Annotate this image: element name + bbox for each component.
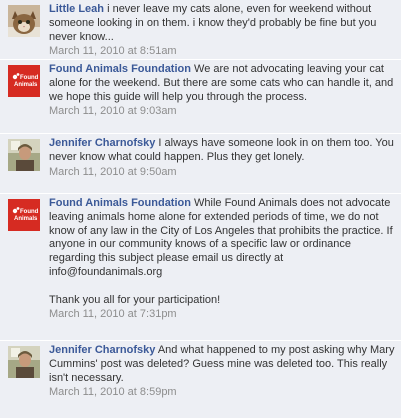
comment-meta: March 11, 2010 at 8:59pm: [49, 386, 395, 400]
comment-author-link[interactable]: Found Animals Foundation: [49, 197, 191, 209]
comment-text: While Found Animals does not advocate le…: [49, 197, 393, 306]
comment-author-link[interactable]: Little Leah: [49, 3, 104, 15]
logo-text: Found: [20, 75, 39, 81]
comment-meta: March 11, 2010 at 9:03am: [49, 105, 395, 119]
comment-author-link[interactable]: Found Animals Foundation: [49, 63, 191, 75]
comment-item: Jennifer Charnofsky I always have someon…: [0, 134, 401, 194]
comment-item: Jennifer Charnofsky And what happened to…: [0, 341, 401, 419]
comment-timestamp[interactable]: March 11, 2010 at 8:59pm: [49, 386, 177, 398]
comment-timestamp[interactable]: March 11, 2010 at 7:31pm: [49, 308, 177, 320]
comment-timestamp[interactable]: March 11, 2010 at 8:51am: [49, 45, 177, 57]
comment-item: Found Animals Found Animals Foundation W…: [0, 60, 401, 134]
comment-author-link[interactable]: Jennifer Charnofsky: [49, 137, 155, 149]
logo-text: Animals: [14, 216, 38, 222]
comment-meta: March 11, 2010 at 8:51am: [49, 45, 395, 59]
logo-text: Found: [20, 209, 39, 215]
comment-author-link[interactable]: Jennifer Charnofsky: [49, 344, 155, 356]
found-animals-logo-icon[interactable]: Found Animals: [8, 65, 40, 97]
comment-timestamp[interactable]: March 11, 2010 at 9:50am: [49, 166, 177, 178]
comment-item: Little Leah i never leave my cats alone,…: [0, 0, 401, 60]
found-animals-logo-icon[interactable]: Found Animals: [8, 199, 40, 231]
comment-thread: Little Leah i never leave my cats alone,…: [0, 0, 401, 419]
logo-text: Animals: [14, 82, 38, 88]
person-photo-icon[interactable]: [8, 346, 40, 378]
cat-photo-icon[interactable]: [8, 5, 40, 37]
comment-meta: March 11, 2010 at 9:50am: [49, 166, 395, 180]
comment-timestamp[interactable]: March 11, 2010 at 9:03am: [49, 105, 177, 117]
comment-item: Found Animals Found Animals Foundation W…: [0, 194, 401, 341]
person-photo-icon[interactable]: [8, 139, 40, 171]
comment-meta: March 11, 2010 at 7:31pm: [49, 308, 395, 322]
